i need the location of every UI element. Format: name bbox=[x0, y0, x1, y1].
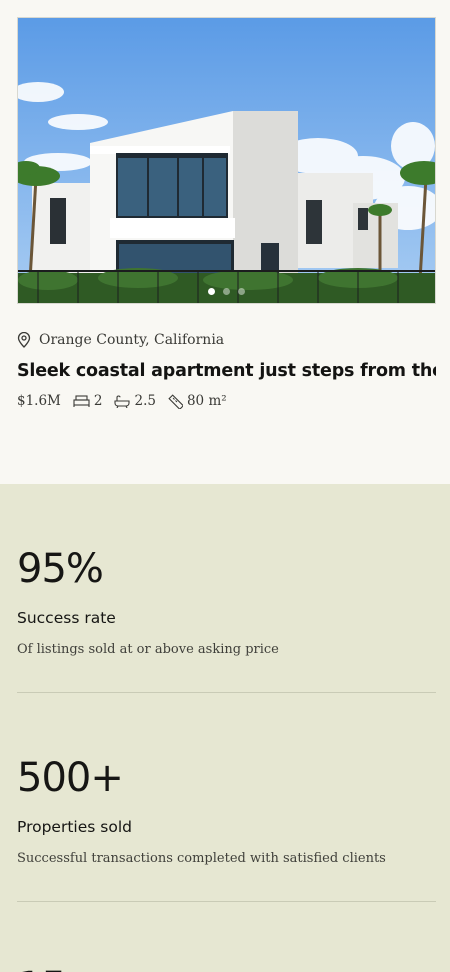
stat-success-rate: 95% Success rate Of listings sold at or … bbox=[17, 484, 436, 692]
listing-title[interactable]: Sleek coastal apartment just steps from … bbox=[17, 361, 436, 381]
area-text: 80 m² bbox=[186, 393, 227, 409]
stat-properties-sold: 500+ Properties sold Successful transact… bbox=[17, 692, 436, 901]
carousel-dot-3[interactable] bbox=[238, 288, 245, 295]
map-pin-icon bbox=[17, 332, 31, 348]
listing-location: Orange County, California bbox=[17, 332, 436, 348]
stat-value: 95% bbox=[17, 546, 104, 592]
listing-price: $1.6M bbox=[17, 393, 61, 409]
carousel-dot-1[interactable] bbox=[208, 288, 215, 295]
stat-value: 15 bbox=[17, 964, 436, 972]
carousel-dot-2[interactable] bbox=[223, 288, 230, 295]
property-listing-card[interactable]: Orange County, California Sleek coastal … bbox=[0, 0, 450, 484]
listing-beds: 2 bbox=[73, 393, 103, 409]
beds-count: 2 bbox=[93, 393, 103, 409]
listing-area: 80 m² bbox=[168, 393, 227, 409]
ruler-icon bbox=[168, 393, 183, 409]
listing-details: $1.6M 2 2.5 80 m² bbox=[17, 393, 436, 409]
stat-label: Success rate bbox=[17, 609, 116, 627]
stat-years: 15 bbox=[17, 901, 436, 972]
stats-section: 95% Success rate Of listings sold at or … bbox=[0, 484, 450, 972]
carousel-indicators bbox=[18, 288, 435, 295]
bathtub-icon bbox=[114, 394, 131, 408]
stat-value: 500+ bbox=[17, 755, 124, 801]
stat-description: Successful transactions completed with s… bbox=[17, 851, 386, 866]
property-photo-carousel[interactable] bbox=[17, 17, 436, 304]
stat-label: Properties sold bbox=[17, 818, 132, 836]
price-text: $1.6M bbox=[17, 393, 61, 409]
baths-count: 2.5 bbox=[134, 393, 156, 409]
bed-icon bbox=[73, 395, 90, 407]
property-photo bbox=[18, 18, 435, 303]
location-text: Orange County, California bbox=[39, 332, 225, 348]
stat-description: Of listings sold at or above asking pric… bbox=[17, 642, 279, 657]
listing-baths: 2.5 bbox=[114, 393, 156, 409]
